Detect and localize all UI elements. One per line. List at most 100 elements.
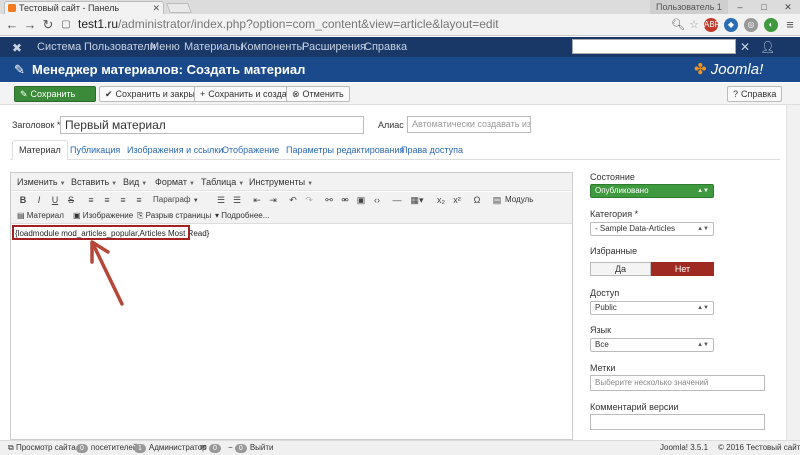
view-site-link[interactable]: ⧉ Просмотр сайта: [8, 441, 76, 455]
unlink-icon[interactable]: ⚮: [339, 193, 351, 207]
outdent-icon[interactable]: ⇤: [251, 193, 263, 207]
page-break-button[interactable]: ⎘ Разрыв страницы: [137, 209, 211, 223]
chevron-down-icon: ▼: [188, 181, 195, 187]
editor-menu-view[interactable]: Вид ▼: [123, 173, 147, 193]
save-button[interactable]: ✎ Сохранить: [14, 86, 96, 102]
language-select[interactable]: Все ▲▼: [590, 338, 714, 352]
code-icon[interactable]: ‹›: [371, 193, 383, 207]
visitors-status: 0 посетителей: [76, 441, 137, 455]
numbered-list-icon[interactable]: ☰: [231, 193, 243, 207]
title-input[interactable]: Первый материал: [60, 116, 364, 134]
editor-menu-insert[interactable]: Вставить ▼: [71, 173, 117, 193]
extension-green-icon[interactable]: ◐: [764, 18, 778, 32]
minimize-icon[interactable]: –: [728, 0, 752, 14]
tab-close-icon[interactable]: ✕: [152, 2, 160, 14]
tab-permissions[interactable]: Права доступа: [401, 143, 463, 158]
version-note-input[interactable]: [590, 414, 765, 430]
nav-components[interactable]: Компоненты: [241, 37, 304, 57]
format-select[interactable]: Параграф ▼: [153, 193, 205, 207]
nav-menus[interactable]: Меню: [150, 37, 180, 57]
messages-count-badge: 0: [208, 444, 221, 453]
featured-no-button[interactable]: Нет: [651, 262, 714, 276]
nav-content[interactable]: Материалы: [184, 37, 243, 57]
chevron-down-icon: ▼: [192, 198, 199, 204]
help-button[interactable]: ? Справка: [727, 86, 783, 102]
messages-status[interactable]: ✉ 0: [200, 441, 224, 455]
joomla-menu-icon[interactable]: ✖: [12, 41, 22, 55]
nav-system[interactable]: Система: [37, 37, 81, 57]
page-info-icon[interactable]: ▢: [58, 17, 74, 33]
page-scrollbar[interactable]: [786, 105, 800, 440]
admin-nav: ✖ Система Пользователи Меню Материалы Ко…: [0, 37, 800, 57]
underline-icon[interactable]: U: [49, 193, 61, 207]
tab-images-links[interactable]: Изображения и ссылки: [127, 143, 223, 158]
undo-icon[interactable]: ↶: [287, 193, 299, 207]
alias-input[interactable]: Автоматически создавать из загол: [407, 116, 531, 133]
editor-menu-table[interactable]: Таблица ▼: [201, 173, 244, 193]
address-bar: ← → ↻ ▢ test1.ru/administrator/index.php…: [0, 14, 800, 36]
bullet-list-icon[interactable]: ☰: [215, 193, 227, 207]
superscript-icon[interactable]: x²: [451, 193, 463, 207]
maximize-icon[interactable]: □: [752, 0, 776, 14]
module-button[interactable]: Модуль: [505, 193, 533, 207]
featured-yes-button[interactable]: Да: [590, 262, 651, 276]
bookmark-star-icon[interactable]: ☆: [686, 17, 702, 33]
tab-display[interactable]: Отображение: [222, 143, 279, 158]
tab-material[interactable]: Материал: [12, 140, 68, 160]
joomla-logo: ✤ Joomla!: [694, 60, 763, 78]
nav-users[interactable]: Пользователи: [84, 37, 156, 57]
align-right-icon[interactable]: ≡: [117, 193, 129, 207]
access-select[interactable]: Public ▲▼: [590, 301, 714, 315]
url-host: test1.ru: [78, 17, 119, 31]
browser-user-label[interactable]: Пользователь 1: [650, 0, 728, 14]
indent-icon[interactable]: ⇥: [267, 193, 279, 207]
version-text: Joomla! 3.5.1: [660, 443, 709, 452]
forward-icon[interactable]: →: [22, 17, 38, 33]
window-close-icon[interactable]: ✕: [776, 0, 800, 14]
help-icon: ?: [733, 89, 739, 99]
nav-close-icon[interactable]: ✕: [740, 37, 750, 57]
nav-extensions[interactable]: Расширения: [302, 37, 366, 57]
new-tab-button[interactable]: [166, 3, 192, 13]
insert-article-button[interactable]: ▤ Материал: [17, 209, 64, 223]
reload-icon[interactable]: ↻: [40, 17, 56, 33]
tab-publishing[interactable]: Публикация: [70, 143, 120, 158]
nav-search-input[interactable]: [572, 39, 736, 54]
cancel-button[interactable]: ⊗ Отменить: [286, 86, 350, 102]
zoom-icon[interactable]: 🔍︎: [670, 17, 686, 33]
state-select[interactable]: Опубликовано ▲▼: [590, 184, 714, 198]
horizontal-rule-icon[interactable]: —: [391, 193, 403, 207]
url-field[interactable]: test1.ru/administrator/index.php?option=…: [78, 16, 658, 33]
italic-icon[interactable]: I: [33, 193, 45, 207]
insert-image-button[interactable]: ▣ Изображение: [73, 209, 133, 223]
adblock-icon[interactable]: ABP: [704, 18, 720, 32]
align-justify-icon[interactable]: ≡: [133, 193, 145, 207]
read-more-button[interactable]: ▾ Подробнее...: [215, 209, 269, 223]
nav-help[interactable]: Справка: [364, 37, 407, 57]
tags-label: Метки: [590, 363, 616, 373]
editor-menu-tools[interactable]: Инструменты ▼: [249, 173, 313, 193]
subscript-icon[interactable]: x₂: [435, 193, 447, 207]
chrome-menu-icon[interactable]: ≡: [782, 17, 798, 33]
extension-icon[interactable]: ◆: [724, 18, 738, 32]
module-icon[interactable]: ▤: [491, 193, 503, 207]
logout-link[interactable]: − 0 Выйти: [228, 441, 274, 455]
align-center-icon[interactable]: ≡: [101, 193, 113, 207]
tab-editor-options[interactable]: Параметры редактирования: [286, 143, 404, 158]
image-icon[interactable]: ▣: [355, 193, 367, 207]
tags-input[interactable]: Выберите несколько значений: [590, 375, 765, 391]
editor-menu-format[interactable]: Формат ▼: [155, 173, 195, 193]
link-icon[interactable]: ⚯: [323, 193, 335, 207]
user-menu-icon[interactable]: 👤︎: [760, 37, 775, 57]
align-left-icon[interactable]: ≡: [85, 193, 97, 207]
special-char-icon[interactable]: Ω: [471, 193, 483, 207]
extension-gray-icon[interactable]: ◎: [744, 18, 758, 32]
back-icon[interactable]: ←: [4, 17, 20, 33]
redo-icon[interactable]: ↷: [303, 193, 315, 207]
strikethrough-icon[interactable]: S: [65, 193, 77, 207]
editor-menu-edit[interactable]: Изменить ▼: [17, 173, 66, 193]
table-icon[interactable]: ▦▾: [407, 193, 427, 207]
category-select[interactable]: - Sample Data-Articles ▲▼: [590, 222, 714, 236]
bold-icon[interactable]: B: [17, 193, 29, 207]
browser-tab[interactable]: Тестовый сайт - Панель ✕: [4, 1, 164, 14]
